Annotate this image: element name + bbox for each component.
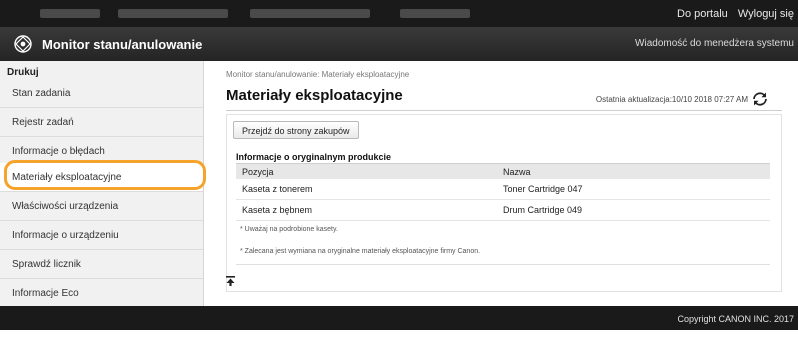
admin-message-link[interactable]: Wiadomość do menedżera systemu <box>635 38 794 49</box>
monitor-logo-icon <box>14 35 32 53</box>
table-cell-item: Kaseta z bębnem <box>236 199 497 221</box>
app-header: Monitor stanu/anulowanie Wiadomość do me… <box>0 27 798 61</box>
note-genuine-supplies: * Zalecana jest wymiana na oryginalne ma… <box>240 248 481 255</box>
go-to-shop-button[interactable]: Przejdź do strony zakupów <box>233 121 359 139</box>
breadcrumb: Monitor stanu/anulowanie: Materiały eksp… <box>226 70 410 79</box>
sidebar-item-check-counter[interactable]: Sprawdź licznik <box>0 250 203 279</box>
table-row: Kaseta z tonerem Toner Cartridge 047 <box>236 179 770 200</box>
top-bar: Do portalu Wyloguj się <box>0 0 798 27</box>
table-cell-item: Kaseta z tonerem <box>236 179 497 200</box>
column-header-name: Nazwa <box>497 163 770 179</box>
sidebar-item-device-features[interactable]: Właściwości urządzenia <box>0 192 203 221</box>
notes-divider <box>236 264 770 265</box>
note-counterfeit: * Uważaj na podrobione kasety. <box>240 226 338 233</box>
page-title: Materiały eksploatacyjne <box>226 87 403 104</box>
table-row: Kaseta z bębnem Drum Cartridge 049 <box>236 199 770 221</box>
sidebar: Drukuj Stan zadania Rejestr zadań Inform… <box>0 61 204 308</box>
blurred-region <box>250 9 370 18</box>
footer: Copyright CANON INC. 2017 <box>0 306 798 330</box>
sidebar-item-consumables[interactable]: Materiały eksploatacyjne <box>0 163 203 192</box>
sidebar-item-job-status[interactable]: Stan zadania <box>0 79 203 108</box>
refresh-icon[interactable] <box>752 91 768 107</box>
section-title: Informacje o oryginalnym produkcie <box>236 152 392 162</box>
column-header-item: Pozycja <box>236 163 497 179</box>
back-to-top-icon[interactable] <box>226 276 235 286</box>
sidebar-group-label: Drukuj <box>7 67 39 78</box>
title-divider <box>226 110 782 111</box>
blurred-region <box>400 9 470 18</box>
sidebar-item-device-info[interactable]: Informacje o urządzeniu <box>0 221 203 250</box>
top-links: Do portalu Wyloguj się <box>670 8 794 20</box>
table-cell-name: Toner Cartridge 047 <box>497 179 770 200</box>
logout-link[interactable]: Wyloguj się <box>738 8 794 20</box>
table-header-row: Pozycja Nazwa <box>236 163 770 179</box>
table-cell-name: Drum Cartridge 049 <box>497 199 770 221</box>
app-title: Monitor stanu/anulowanie <box>42 37 203 52</box>
supplies-table: Pozycja Nazwa Kaseta z tonerem Toner Car… <box>236 163 770 221</box>
sidebar-item-job-log[interactable]: Rejestr zadań <box>0 108 203 137</box>
sidebar-item-eco-info[interactable]: Informacje Eco <box>0 279 203 308</box>
blurred-region <box>118 9 228 18</box>
sidebar-item-error-info[interactable]: Informacje o błędach <box>0 137 203 166</box>
portal-link[interactable]: Do portalu <box>677 8 728 20</box>
blurred-region <box>40 9 100 18</box>
copyright-text: Copyright CANON INC. 2017 <box>677 314 794 324</box>
last-update-timestamp: Ostatnia aktualizacja:10/10 2018 07:27 A… <box>595 95 748 104</box>
